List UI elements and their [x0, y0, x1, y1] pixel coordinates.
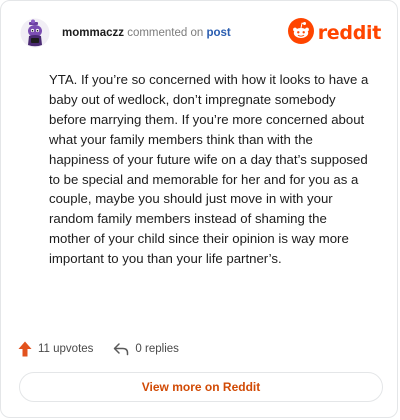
replies-count: 0 replies	[135, 343, 179, 355]
comment-attribution: mommaczz commented on post	[62, 27, 231, 39]
reddit-logo[interactable]: reddit	[287, 17, 382, 49]
replies-stat[interactable]: 0 replies	[113, 342, 179, 356]
post-link[interactable]: post	[206, 27, 230, 39]
reddit-comment-card: mommaczz commented on post reddit YTA. I…	[0, 0, 398, 418]
snoo-avatar-icon[interactable]	[20, 18, 50, 48]
upvotes-count: 11 upvotes	[38, 343, 94, 355]
action-text: commented on	[127, 27, 204, 39]
upvotes-stat[interactable]: 11 upvotes	[18, 341, 93, 357]
comment-footer: 11 upvotes 0 replies	[18, 339, 179, 359]
comment-header: mommaczz commented on post reddit	[20, 17, 382, 52]
reply-arrow-icon	[113, 342, 129, 356]
upvote-arrow-icon	[18, 341, 32, 357]
username-link[interactable]: mommaczz	[62, 27, 124, 39]
view-more-button[interactable]: View more on Reddit	[19, 372, 383, 402]
reddit-wordmark: reddit	[317, 22, 382, 44]
comment-body: YTA. If you’re so concerned with how it …	[49, 72, 369, 267]
reddit-snoo-logo-icon	[287, 17, 314, 49]
